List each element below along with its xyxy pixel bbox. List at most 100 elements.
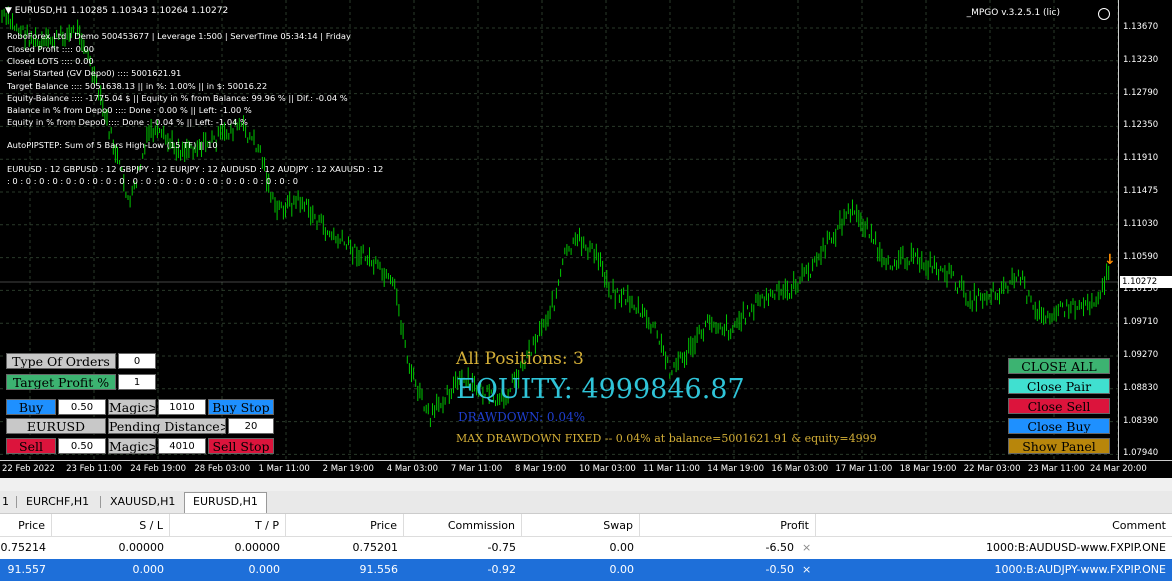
close-position-icon[interactable]: × — [802, 537, 811, 559]
drawdown-label: DRAWDOWN: 0.04% — [458, 410, 586, 424]
price-tick-label: 1.09710 — [1123, 317, 1159, 328]
buy-stop-button[interactable]: Buy Stop — [208, 399, 274, 415]
time-tick-label: 2 Mar 19:00 — [322, 464, 374, 474]
tab-separator — [100, 496, 101, 508]
down-arrow-icon: ↓ — [1104, 252, 1116, 268]
smiley-icon — [1098, 8, 1110, 20]
pending-distance-label: Pending Distance> — [108, 418, 226, 434]
type-of-orders-input[interactable]: 0 — [118, 353, 156, 369]
magic-sell-input[interactable]: 4010 — [158, 438, 206, 454]
price-tick-label: 1.08830 — [1123, 382, 1159, 393]
cell-open-price: 0.75214 — [0, 541, 47, 554]
price-tick-label: 1.07940 — [1123, 448, 1159, 459]
col-sl[interactable]: S / L — [52, 514, 170, 537]
price-tick-label: 1.10590 — [1123, 251, 1159, 262]
close-all-button[interactable]: CLOSE ALL — [1008, 358, 1110, 374]
magic-sell-label: Magic> — [108, 438, 156, 454]
close-buy-button[interactable]: Close Buy — [1008, 418, 1110, 434]
price-axis: 1.10272 1.13670 1.13230 1.12790 1.12350 1.11… — [1118, 0, 1172, 460]
col-comment[interactable]: Comment — [816, 514, 1172, 537]
time-tick-label: 16 Mar 03:00 — [771, 464, 829, 474]
time-tick-label: 22 Feb 2022 — [2, 464, 55, 474]
buy-lot-input[interactable]: 0.50 — [58, 399, 106, 415]
type-of-orders-label: Type Of Orders — [6, 353, 116, 369]
price-tick-label: 1.08390 — [1123, 415, 1159, 426]
time-tick-label: 14 Mar 19:00 — [707, 464, 765, 474]
info-line: Target Balance :::: 5051638.13 || in %: … — [7, 81, 268, 91]
price-chart[interactable]: ▼ EURUSD,H1 1.10285 1.10343 1.10264 1.10… — [0, 0, 1118, 460]
price-tick-label: 1.12790 — [1123, 87, 1159, 98]
tab-eurchf[interactable]: EURCHF,H1 — [18, 493, 97, 511]
target-profit-input[interactable]: 1 — [118, 374, 156, 390]
col-price-open[interactable]: Price — [0, 514, 52, 537]
time-axis: 22 Feb 2022 23 Feb 11:00 24 Feb 19:00 28 Fe… — [0, 460, 1172, 479]
trade-table: Price S / L T / P Price Commission Swap … — [0, 514, 1172, 583]
sell-lot-input[interactable]: 0.50 — [58, 438, 106, 454]
time-tick-label: 22 Mar 03:00 — [963, 464, 1021, 474]
all-positions-label: All Positions: 3 — [456, 349, 584, 369]
tab-xauusd[interactable]: XAUUSD,H1 — [102, 493, 183, 511]
cell-price: 0.75201 — [352, 541, 399, 554]
time-tick-label: 10 Mar 03:00 — [579, 464, 636, 474]
table-row[interactable]: 0.75214 0.00000 0.00000 0.75201 -0.75 0.… — [0, 537, 1172, 560]
pending-distance-input[interactable]: 20 — [228, 418, 274, 434]
table-row[interactable]: 91.557 0.000 0.000 91.556 -0.92 0.00 -0.… — [0, 559, 1172, 581]
info-line: Equity-Balance :::: -1775.04 $ || Equity… — [7, 93, 348, 103]
col-profit[interactable]: Profit — [640, 514, 816, 537]
sell-button[interactable]: Sell — [6, 438, 56, 454]
time-tick-label: 17 Mar 11:00 — [835, 464, 893, 474]
sell-stop-button[interactable]: Sell Stop — [208, 438, 274, 454]
info-line: AutoPIPSTEP: Sum of 5 Bars High-Low (15 … — [7, 140, 218, 150]
expert-name: _MPGO v.3.2.5.1 (lic) — [966, 8, 1060, 18]
info-line: RoboForex Ltd | Demo 500453677 | Leverag… — [7, 31, 351, 41]
chart-tabs: 1 EURCHF,H1 XAUUSD,H1 EURUSD,H1 — [0, 491, 1172, 514]
time-tick-label: 7 Mar 11:00 — [450, 464, 503, 474]
tab-partial[interactable]: 1 — [0, 493, 17, 511]
cell-commission: -0.75 — [487, 541, 516, 554]
tab-eurusd[interactable]: EURUSD,H1 — [184, 492, 267, 513]
close-sell-button[interactable]: Close Sell — [1008, 398, 1110, 414]
info-line: Balance in % from Depo0 :::: Done : 0.00… — [7, 105, 252, 115]
price-tick-label: 1.13230 — [1123, 54, 1159, 65]
time-tick-label: 1 Mar 11:00 — [258, 464, 310, 474]
time-tick-label: 11 Mar 11:00 — [643, 464, 700, 474]
show-panel-button[interactable]: Show Panel — [1008, 438, 1110, 454]
cell-swap: 0.00 — [609, 563, 635, 576]
target-profit-button[interactable]: Target Profit % — [6, 374, 116, 390]
cell-sl: 0.000 — [132, 563, 165, 576]
cell-swap: 0.00 — [609, 541, 635, 554]
col-price[interactable]: Price — [286, 514, 404, 537]
symbol-label: EURUSD — [6, 418, 106, 434]
price-tick-label: 1.12350 — [1123, 120, 1159, 131]
col-tp[interactable]: T / P — [170, 514, 286, 537]
cell-comment: 1000:B:AUDJPY-www.FXPIP.ONE — [994, 563, 1167, 576]
info-line: Equity in % from Depo0 :::: Done : -0.04… — [7, 117, 248, 127]
price-tick-label: 1.10150 — [1123, 284, 1159, 295]
time-tick-label: 18 Mar 19:00 — [899, 464, 957, 474]
chart-header: ▼ EURUSD,H1 1.10285 1.10343 1.10264 1.10… — [5, 6, 229, 16]
max-drawdown-label: MAX DRAWDOWN FIXED -- 0.04% at balance=5… — [456, 432, 877, 445]
tab-separator — [16, 496, 17, 508]
info-line: : 0 : 0 : 0 : 0 : 0 : 0 : 0 : 0 : 0 : 0 … — [7, 176, 299, 186]
magic-buy-input[interactable]: 1010 — [158, 399, 206, 415]
cell-tp: 0.000 — [248, 563, 281, 576]
close-pair-button[interactable]: Close Pair — [1008, 378, 1110, 394]
time-tick-label: 23 Feb 11:00 — [66, 464, 122, 474]
price-tick-label: 1.11475 — [1123, 186, 1159, 196]
time-tick-label: 28 Feb 03:00 — [194, 464, 251, 474]
cell-comment: 1000:B:AUDUSD-www.FXPIP.ONE — [986, 541, 1166, 554]
info-line: Closed LOTS :::: 0.00 — [7, 56, 94, 66]
magic-buy-label: Magic> — [108, 399, 156, 415]
close-position-icon[interactable]: × — [802, 559, 811, 581]
cell-sl: 0.00000 — [118, 541, 165, 554]
cell-tp: 0.00000 — [234, 541, 281, 554]
cell-open-price: 91.557 — [7, 563, 47, 576]
toolbox-gap — [0, 478, 1172, 491]
price-tick-label: 1.09270 — [1123, 350, 1159, 360]
time-tick-label: 24 Feb 19:00 — [130, 464, 186, 474]
col-commission[interactable]: Commission — [404, 514, 522, 537]
col-swap[interactable]: Swap — [522, 514, 640, 537]
price-tick-label: 1.11910 — [1123, 153, 1159, 164]
time-tick-label: 4 Mar 03:00 — [386, 464, 439, 474]
buy-button[interactable]: Buy — [6, 399, 56, 415]
